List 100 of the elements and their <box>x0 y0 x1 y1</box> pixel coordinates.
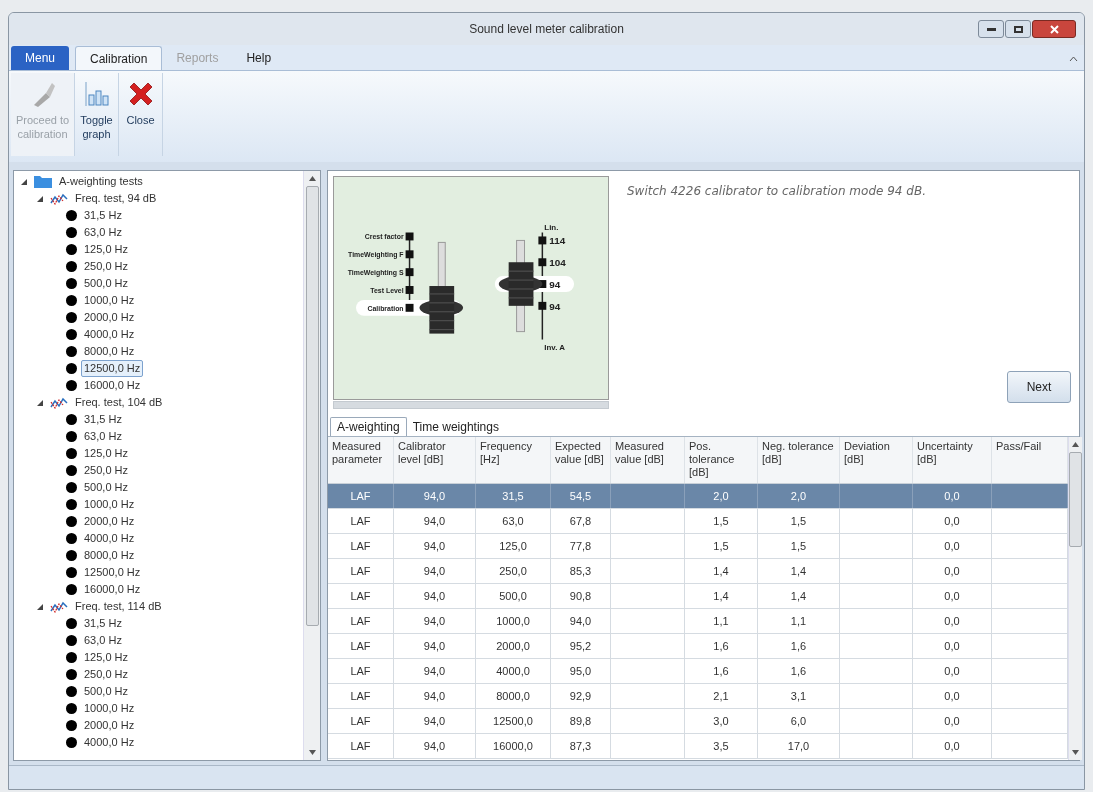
column-header[interactable]: Measured parameter <box>328 437 394 483</box>
tree-item[interactable]: 1000,0 Hz <box>81 700 138 717</box>
table-cell-text: 90,8 <box>569 588 592 604</box>
tree-item[interactable]: 31,5 Hz <box>81 207 125 224</box>
tree-item[interactable]: 31,5 Hz <box>81 411 125 428</box>
line-chart-icon <box>50 600 68 613</box>
maximize-button[interactable] <box>1005 20 1031 38</box>
tree-item[interactable]: 2000,0 Hz <box>81 309 138 326</box>
tree-item[interactable]: 250,0 Hz <box>81 666 132 683</box>
table-cell-text: LAF <box>350 588 371 604</box>
tree-item[interactable]: 16000,0 Hz <box>81 377 144 394</box>
tree-item[interactable]: 250,0 Hz <box>81 258 132 275</box>
ribbon-tab[interactable]: Calibration <box>75 46 163 70</box>
minimize-button[interactable] <box>978 20 1004 38</box>
tree-item[interactable]: 500,0 Hz <box>81 683 132 700</box>
column-header[interactable]: Calibrator level [dB] <box>394 437 476 483</box>
tree-item[interactable]: 1000,0 Hz <box>81 496 138 513</box>
next-button[interactable]: Next <box>1007 371 1071 403</box>
column-header[interactable]: Measured value [dB] <box>611 437 685 483</box>
column-header[interactable]: Neg. tolerance [dB] <box>758 437 840 483</box>
tree-item[interactable]: 4000,0 Hz <box>81 530 138 547</box>
toggle-graph-button[interactable]: Toggle graph <box>75 73 119 156</box>
tree-item[interactable]: 63,0 Hz <box>81 224 125 241</box>
table-cell-text: 1,4 <box>713 588 729 604</box>
tree-item[interactable]: 8000,0 Hz <box>81 343 138 360</box>
tree-item[interactable]: 125,0 Hz <box>81 445 132 462</box>
table-row[interactable]: LAF 94,0 125,0 77,8 1,5 1,5 0,0 <box>328 534 1068 559</box>
tree-item[interactable]: 500,0 Hz <box>81 275 132 292</box>
expand-triangle-icon[interactable] <box>36 602 44 611</box>
table-row[interactable]: LAF 94,0 2000,0 95,2 1,6 1,6 0,0 <box>328 634 1068 659</box>
tree-item[interactable]: 63,0 Hz <box>81 632 125 649</box>
instruction-text: Switch 4226 calibrator to calibration mode 94 dB. <box>627 183 927 200</box>
tree-item[interactable]: 12500,0 Hz <box>81 564 144 581</box>
close-button[interactable] <box>1032 20 1076 38</box>
table-row[interactable]: LAF 94,0 8000,0 92,9 2,1 3,1 0,0 <box>328 684 1068 709</box>
line-chart-icon <box>50 192 68 205</box>
tree-item[interactable]: 1000,0 Hz <box>81 292 138 309</box>
ribbon-tab[interactable]: Help <box>232 46 286 70</box>
table-cell-text: 31,5 <box>502 488 524 504</box>
column-header[interactable]: Uncertainty [dB] <box>913 437 992 483</box>
scroll-up-arrow-icon[interactable] <box>308 176 316 181</box>
horizontal-scrollbar[interactable] <box>333 401 609 409</box>
scroll-down-arrow-icon[interactable] <box>1072 750 1079 755</box>
tree-item[interactable]: 2000,0 Hz <box>81 513 138 530</box>
tree-item[interactable]: 4000,0 Hz <box>81 734 138 751</box>
table-row[interactable]: LAF 94,0 1000,0 94,0 1,1 1,1 0,0 <box>328 609 1068 634</box>
table-row[interactable]: LAF 94,0 4000,0 95,0 1,6 1,6 0,0 <box>328 659 1068 684</box>
table-cell-text: 6,0 <box>790 713 807 729</box>
close-ribbon-button[interactable]: Close <box>119 73 163 156</box>
expand-triangle-icon[interactable] <box>36 194 44 203</box>
tree-item[interactable]: Freq. test, 114 dB <box>72 598 165 615</box>
tree-item[interactable]: Freq. test, 104 dB <box>72 394 166 411</box>
tree-item[interactable]: 31,5 Hz <box>81 615 125 632</box>
table-row[interactable]: LAF 94,0 12500,0 89,8 3,0 6,0 0,0 <box>328 709 1068 734</box>
tree-item[interactable]: 500,0 Hz <box>81 479 132 496</box>
scrollbar[interactable] <box>1068 437 1082 760</box>
scrollbar[interactable] <box>303 171 320 760</box>
table-cell-text: 1,5 <box>790 513 807 529</box>
table-cell-text: 1,5 <box>713 513 729 529</box>
expand-triangle-icon[interactable] <box>36 398 44 407</box>
table-cell-text: 16000,0 <box>493 738 533 754</box>
table-cell-text: 12500,0 <box>493 713 533 729</box>
tree-item[interactable]: 8000,0 Hz <box>81 547 138 564</box>
menu-button[interactable]: Menu <box>11 46 70 70</box>
tree-item[interactable]: 63,0 Hz <box>81 428 125 445</box>
expand-triangle-icon[interactable] <box>20 177 28 186</box>
table-cell-text: 1,1 <box>713 613 729 629</box>
table-row[interactable]: LAF 94,0 16000,0 87,3 3,5 17,0 0,0 <box>328 734 1068 759</box>
tree-item[interactable]: 4000,0 Hz <box>81 326 138 343</box>
tree-item[interactable]: 2000,0 Hz <box>81 717 138 734</box>
table-row[interactable]: LAF 94,0 63,0 67,8 1,5 1,5 0,0 <box>328 509 1068 534</box>
table-cell-text: 0,0 <box>944 638 960 654</box>
scroll-up-arrow-icon[interactable] <box>1072 442 1079 447</box>
tree-item[interactable]: A-weighting tests <box>56 173 146 190</box>
table-cell-text: 1,5 <box>713 538 729 554</box>
table-cell-text: 94,0 <box>423 688 446 704</box>
table-row[interactable]: LAF 94,0 500,0 90,8 1,4 1,4 0,0 <box>328 584 1068 609</box>
table-row[interactable]: LAF 94,0 31,5 54,5 2,0 2,0 0,0 <box>328 484 1068 509</box>
column-header[interactable]: Deviation [dB] <box>840 437 913 483</box>
column-header[interactable]: Pos. tolerance [dB] <box>685 437 758 483</box>
tree-item[interactable]: 125,0 Hz <box>81 241 132 258</box>
tree-item[interactable]: 250,0 Hz <box>81 462 132 479</box>
column-header[interactable]: Frequency [Hz] <box>476 437 551 483</box>
tree-item[interactable]: 125,0 Hz <box>81 649 132 666</box>
column-header[interactable]: Expected value [dB] <box>551 437 611 483</box>
scroll-down-arrow-icon[interactable] <box>308 750 316 755</box>
table-cell-text: 94,0 <box>423 638 446 654</box>
table-cell-text: LAF <box>350 563 371 579</box>
tree-item[interactable]: 12500,0 Hz <box>81 360 144 377</box>
table-cell-text: 1,5 <box>790 538 807 554</box>
tab[interactable]: Time weightings <box>406 417 505 436</box>
collapse-caret-icon[interactable] <box>1069 56 1078 62</box>
table-cell-text: 95,2 <box>569 638 592 654</box>
table-cell-text: 1,6 <box>713 638 729 654</box>
table-row[interactable]: LAF 94,0 250,0 85,3 1,4 1,4 0,0 <box>328 559 1068 584</box>
tree-item[interactable]: 16000,0 Hz <box>81 581 144 598</box>
table-cell-text: 1000,0 <box>496 613 530 629</box>
tree-item[interactable]: Freq. test, 94 dB <box>72 190 160 207</box>
tab[interactable]: A-weighting <box>330 417 407 436</box>
table-cell-text: 1,4 <box>713 563 729 579</box>
